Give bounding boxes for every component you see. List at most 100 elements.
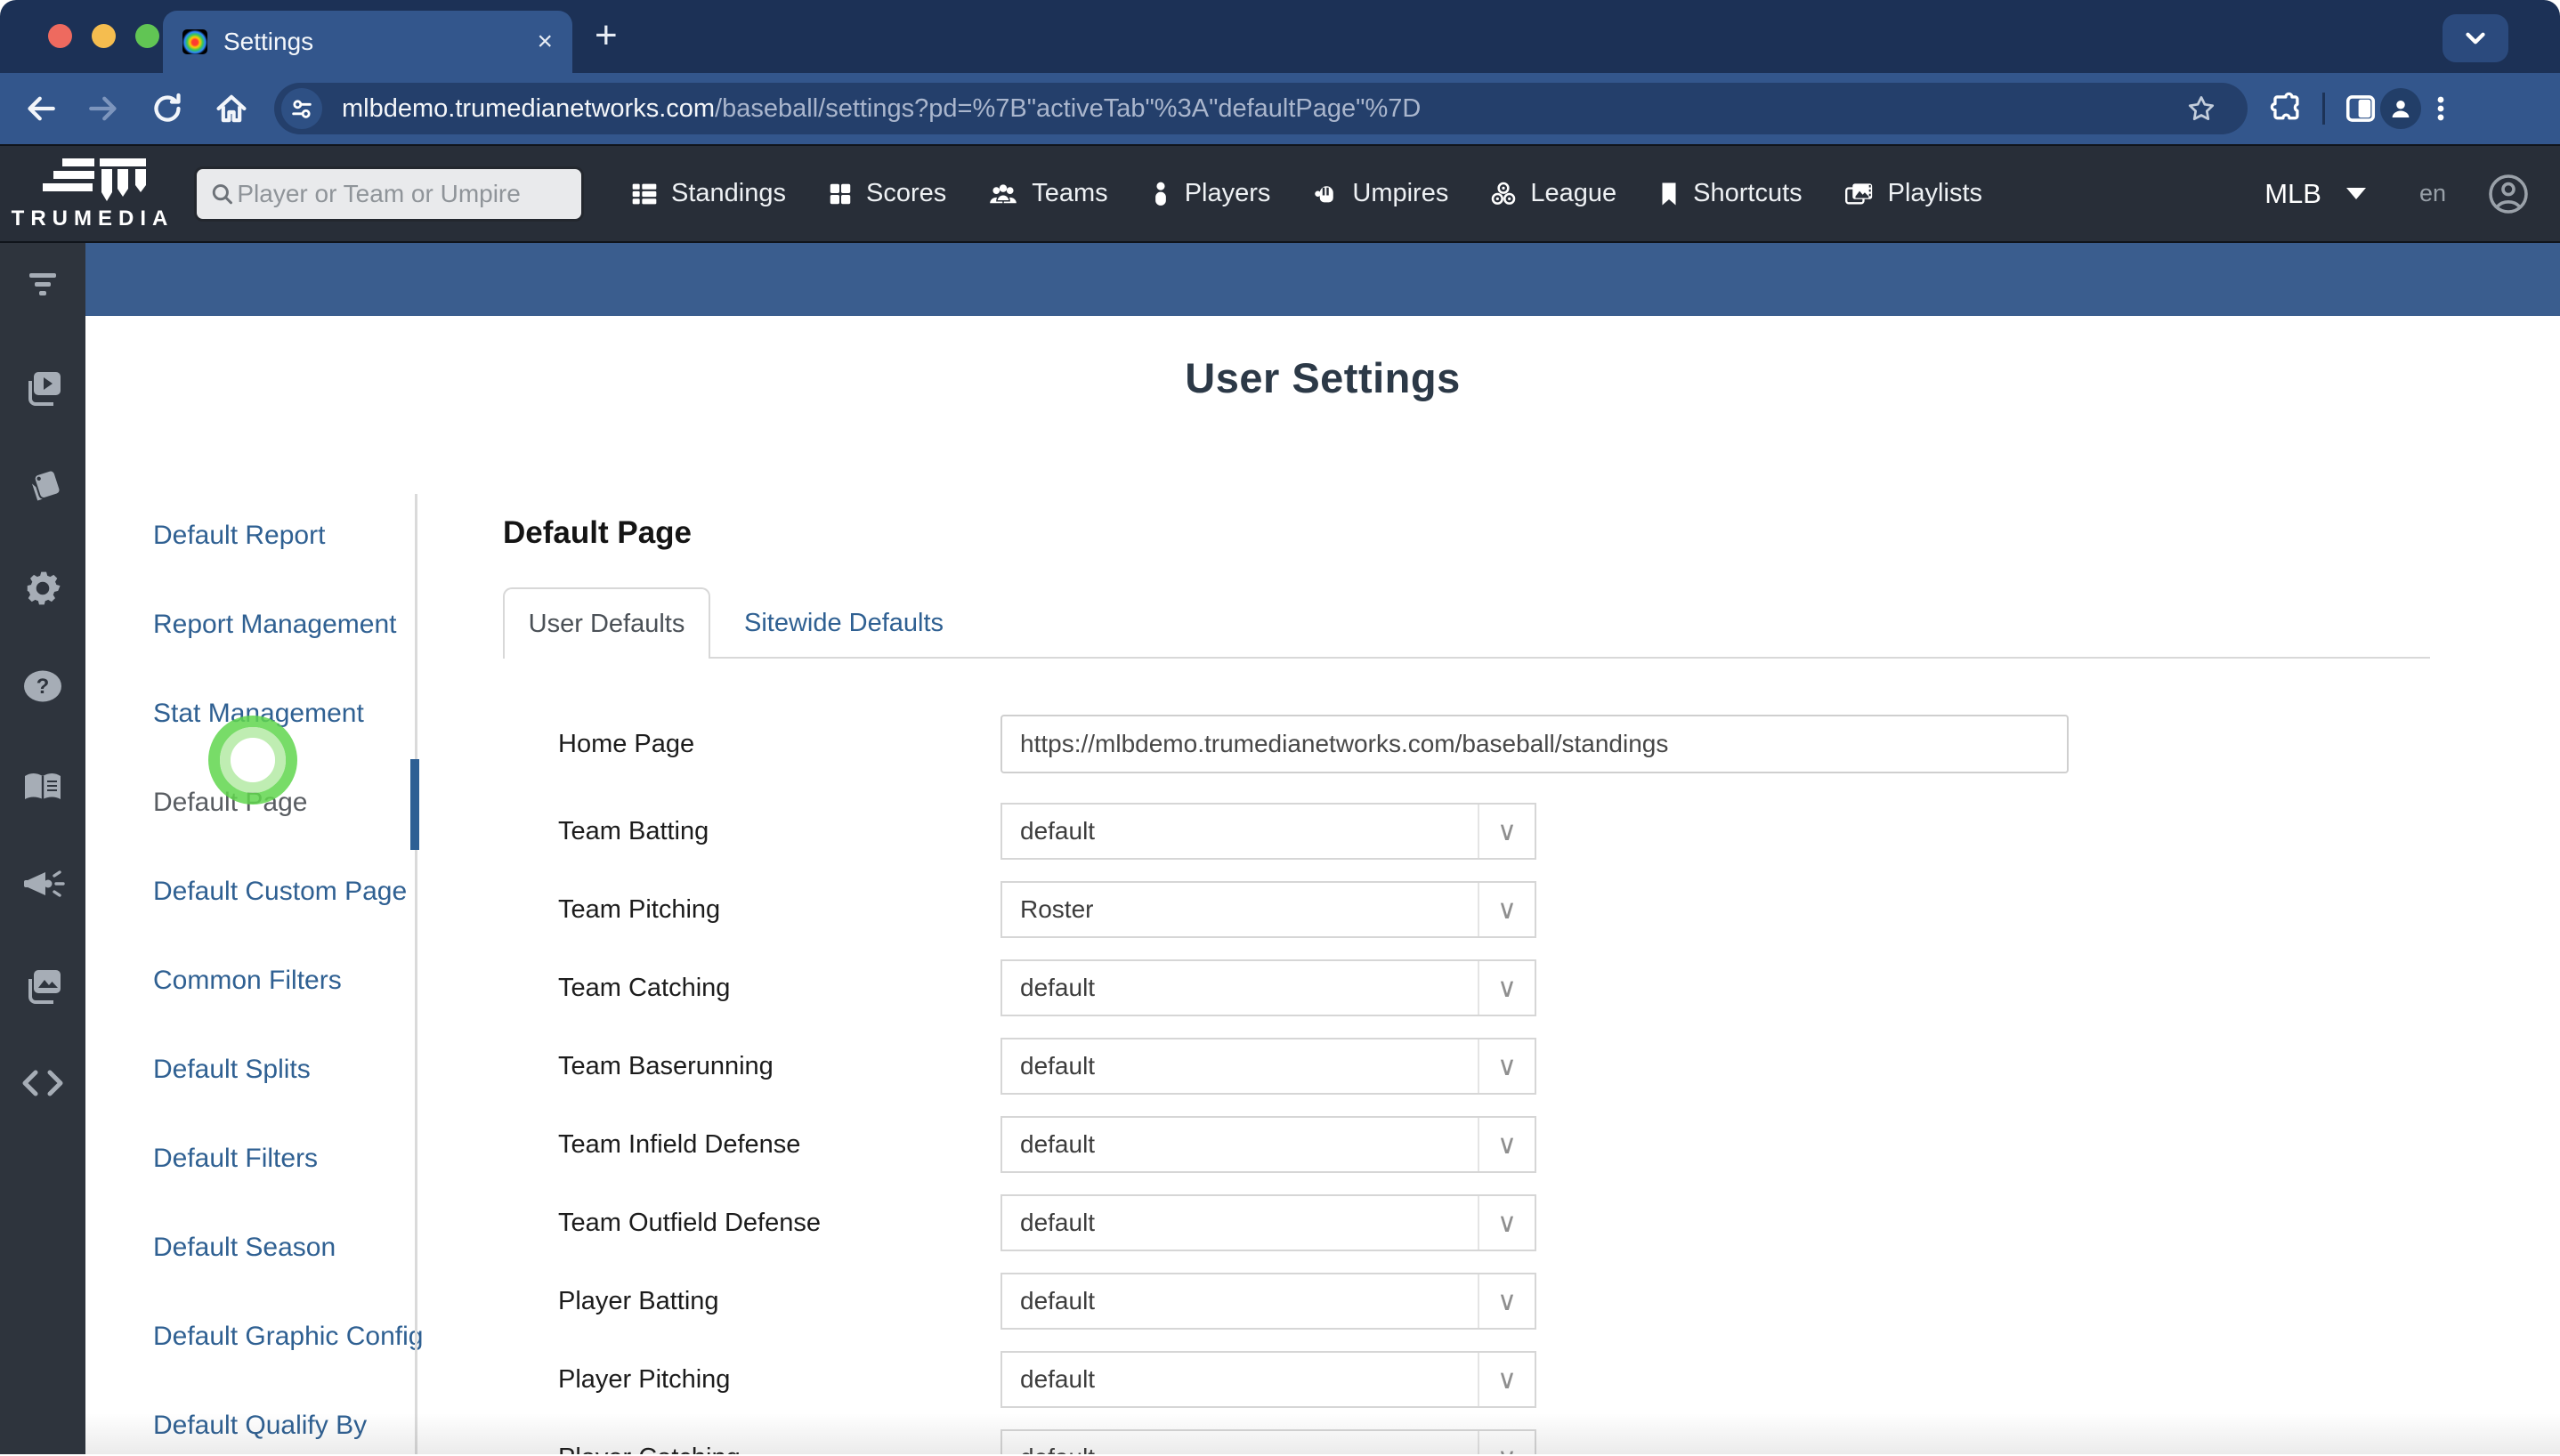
reload-button[interactable] (148, 89, 187, 128)
tab-sitewide-defaults[interactable]: Sitewide Defaults (744, 587, 944, 659)
nav-item-label: League (1530, 179, 1617, 207)
new-tab-button[interactable]: + (595, 16, 618, 55)
nav-item-shortcuts[interactable]: Shortcuts (1657, 179, 1803, 208)
bookmark-star-icon[interactable] (2185, 93, 2217, 129)
main-area: User Settings Default Report Report Manag… (85, 243, 2560, 1454)
minimize-window-button[interactable] (92, 24, 116, 48)
chevron-down-icon (2466, 32, 2485, 44)
language-label[interactable]: en (2419, 180, 2446, 207)
nav-item-label: Teams (1032, 179, 1108, 207)
extensions-puzzle-icon[interactable] (2267, 89, 2306, 128)
video-library-icon[interactable] (0, 368, 85, 408)
nav-item-label: Scores (866, 179, 947, 207)
select-team-batting[interactable]: default ∨ (1001, 803, 1536, 860)
chevron-down-icon: ∨ (1478, 1196, 1535, 1250)
menu-item-default-filters[interactable]: Default Filters (153, 1141, 447, 1177)
site-favicon (182, 29, 207, 54)
tab-search-button[interactable] (2443, 14, 2508, 62)
menu-item-report-management[interactable]: Report Management (153, 607, 447, 643)
chevron-down-icon: ∨ (1478, 1039, 1535, 1093)
gallery-icon[interactable] (0, 967, 85, 1006)
tab-sitewide-defaults-label: Sitewide Defaults (744, 608, 944, 637)
trumedia-logo[interactable]: TRUMEDIA (0, 157, 185, 231)
app-navbar: TRUMEDIA Standings Scores Teams Players Umpi… (0, 144, 2560, 243)
browser-tab-settings[interactable]: Settings × (163, 11, 572, 73)
home-page-label: Home Page (558, 729, 695, 758)
select-team-pitching[interactable]: Roster ∨ (1001, 881, 1536, 938)
league-selector-value: MLB (2264, 177, 2321, 209)
announcements-icon[interactable] (0, 867, 85, 906)
chevron-down-icon: ∨ (1478, 1274, 1535, 1328)
settings-gear-icon[interactable] (0, 568, 85, 609)
field-label-team-catching: Team Catching (558, 973, 731, 1002)
filter-icon[interactable] (0, 268, 85, 303)
select-team-infield-defense[interactable]: default ∨ (1001, 1116, 1536, 1173)
nav-item-playlists[interactable]: Playlists (1843, 179, 1982, 208)
select-player-batting[interactable]: default ∨ (1001, 1273, 1536, 1330)
home-page-input[interactable] (1001, 715, 2069, 773)
user-account-icon[interactable] (2487, 173, 2530, 215)
select-value: default (1020, 817, 1096, 845)
side-panel-icon[interactable] (2341, 89, 2380, 128)
field-label-team-infield-defense: Team Infield Defense (558, 1129, 801, 1159)
menu-item-default-page[interactable]: Default Page (153, 785, 447, 821)
browser-profile-avatar[interactable] (2380, 88, 2421, 129)
nav-item-standings[interactable]: Standings (630, 179, 786, 208)
menu-item-default-report[interactable]: Default Report (153, 518, 447, 554)
menu-item-default-splits[interactable]: Default Splits (153, 1052, 447, 1088)
nav-item-scores[interactable]: Scores (827, 179, 946, 208)
chevron-down-icon: ∨ (1478, 883, 1535, 936)
field-label-team-outfield-defense: Team Outfield Defense (558, 1208, 821, 1237)
shortcuts-icon (1657, 181, 1681, 207)
select-value: default (1020, 1209, 1096, 1236)
select-team-baserunning[interactable]: default ∨ (1001, 1038, 1536, 1095)
section-heading: Default Page (503, 515, 692, 550)
nav-item-label: Shortcuts (1693, 179, 1803, 207)
menu-item-default-season[interactable]: Default Season (153, 1230, 447, 1266)
chevron-down-icon: ∨ (1478, 1431, 1535, 1454)
code-icon[interactable] (0, 1065, 85, 1101)
global-search[interactable] (194, 166, 584, 222)
toolbar-right-cluster (2267, 88, 2460, 129)
menu-item-stat-management[interactable]: Stat Management (153, 696, 447, 732)
nav-right-cluster: MLB en (2264, 173, 2530, 215)
nav-item-league[interactable]: League (1489, 179, 1616, 208)
menu-item-default-graphic-config[interactable]: Default Graphic Config (153, 1319, 447, 1355)
forward-button[interactable] (84, 89, 123, 128)
back-button[interactable] (21, 89, 61, 128)
search-input[interactable] (235, 178, 569, 209)
url-text: mlbdemo.trumedianetworks.com/baseball/se… (342, 93, 1422, 123)
chevron-down-icon: ∨ (1478, 961, 1535, 1015)
site-settings-icon[interactable] (281, 88, 322, 129)
trumedia-logo-glyph (43, 158, 146, 201)
select-team-outfield-defense[interactable]: default ∨ (1001, 1194, 1536, 1251)
field-label-player-pitching: Player Pitching (558, 1364, 731, 1394)
field-label-team-batting: Team Batting (558, 816, 709, 845)
nav-item-players[interactable]: Players (1149, 179, 1271, 208)
home-button[interactable] (212, 89, 251, 128)
close-window-button[interactable] (48, 24, 72, 48)
menu-item-common-filters[interactable]: Common Filters (153, 963, 447, 999)
select-player-pitching[interactable]: default ∨ (1001, 1351, 1536, 1408)
nav-item-teams[interactable]: Teams (987, 179, 1108, 208)
field-label-player-catching: Player Catching (558, 1429, 741, 1455)
zoom-window-button[interactable] (135, 24, 159, 48)
help-icon[interactable]: ? (0, 667, 85, 705)
nav-item-umpires[interactable]: Umpires (1311, 179, 1448, 208)
nav-item-label: Players (1184, 179, 1271, 207)
url-bar[interactable]: mlbdemo.trumedianetworks.com/baseball/se… (274, 83, 2248, 134)
chevron-down-icon: ∨ (1478, 1118, 1535, 1171)
menu-item-default-custom-page[interactable]: Default Custom Page (153, 874, 447, 910)
select-team-catching[interactable]: default ∨ (1001, 959, 1536, 1016)
menu-item-default-qualify-by[interactable]: Default Qualify By (153, 1408, 447, 1444)
page-title: User Settings (1185, 354, 1461, 401)
tab-user-defaults[interactable]: User Defaults (503, 587, 710, 659)
select-player-catching[interactable]: default∨ (1001, 1429, 1536, 1454)
docs-book-icon[interactable] (0, 769, 85, 806)
league-selector[interactable]: MLB (2264, 178, 2366, 210)
cards-icon[interactable] (0, 466, 85, 506)
browser-menu-dots-icon[interactable] (2421, 89, 2460, 128)
players-icon (1149, 180, 1172, 208)
field-label-team-baserunning: Team Baserunning (558, 1051, 774, 1080)
close-tab-icon[interactable]: × (537, 28, 553, 55)
